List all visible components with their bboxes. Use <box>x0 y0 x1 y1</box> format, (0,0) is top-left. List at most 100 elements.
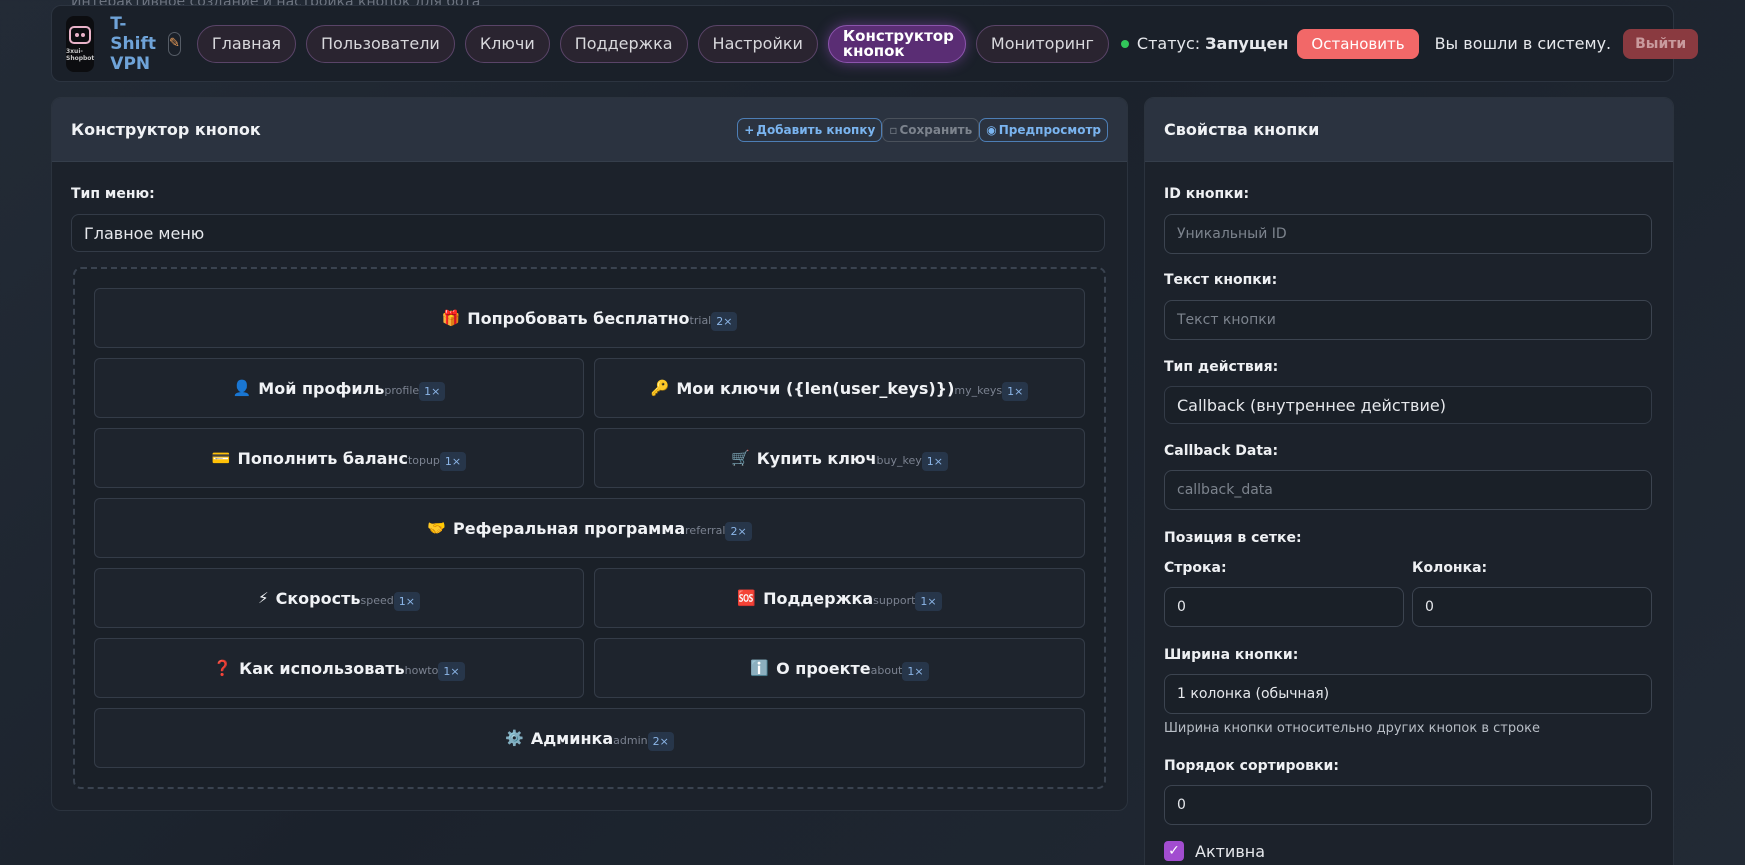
stop-bot-button[interactable]: Остановить <box>1297 28 1419 59</box>
button-id-input[interactable]: Уникальный ID <box>1164 214 1652 254</box>
bot-status: Статус: Запущен <box>1120 34 1289 53</box>
action-type-label: Тип действия: <box>1164 359 1279 375</box>
save-icon: ▫ <box>889 122 898 137</box>
width-badge: 2× <box>711 311 738 331</box>
builder-panel-header: Конструктор кнопок + Добавить кнопку ▫ Сох… <box>52 98 1127 162</box>
width-badge: 1× <box>439 451 467 471</box>
width-label: Ширина кнопки: <box>1164 647 1299 663</box>
add-button-label: Добавить кнопку <box>756 122 876 137</box>
keyboard-button[interactable]: 🔑 Мои ключи ({len(user_keys)}) my_keys 1… <box>594 358 1085 418</box>
width-badge: 1× <box>1002 381 1029 401</box>
sos-icon: 🆘 <box>737 589 757 607</box>
grid-position-label: Позиция в сетке: <box>1164 530 1302 546</box>
active-toggle[interactable]: ✓ Активна <box>1164 841 1265 861</box>
status-value: Запущен <box>1205 34 1289 53</box>
grid-row: 👤 Мой профиль profile 1× 🔑 Мои ключи ({l… <box>94 358 1085 418</box>
top-navbar: 3xui-Shopbot T-Shift VPN ✎ Главная Польз… <box>51 5 1699 82</box>
nav-keys[interactable]: Ключи <box>464 24 550 63</box>
menu-type-label: Тип меню: <box>71 186 155 202</box>
action-type-select[interactable]: Callback (внутреннее действие) <box>1164 386 1652 424</box>
width-badge: 2× <box>647 731 674 751</box>
row-input[interactable]: 0 <box>1164 587 1404 627</box>
button-callback: my_keys <box>954 383 1003 397</box>
cart-icon: 🛒 <box>731 449 750 467</box>
sort-order-input[interactable]: 0 <box>1164 785 1652 825</box>
width-badge: 1× <box>393 591 420 611</box>
keyboard-button[interactable]: 👤 Мой профиль profile 1× <box>94 358 584 418</box>
keyboard-button[interactable]: ⚙️ Админка admin 2× <box>94 708 1085 768</box>
keyboard-button[interactable]: ⚡ Скорость speed 1× <box>94 568 584 628</box>
brand-name[interactable]: T-Shift VPN <box>110 14 156 74</box>
keyboard-button[interactable]: 🎁 Попробовать бесплатно trial 2× <box>94 288 1085 348</box>
builder-panel: Конструктор кнопок + Добавить кнопку ▫ Сох… <box>51 97 1128 811</box>
button-callback: trial <box>689 313 712 327</box>
button-callback: speed <box>360 593 394 607</box>
lightning-icon: ⚡ <box>258 589 269 607</box>
robot-icon <box>69 25 92 44</box>
width-badge: 1× <box>419 381 446 401</box>
button-text: Админка <box>530 728 614 748</box>
id-label: ID кнопки: <box>1164 186 1250 202</box>
main-nav: Главная Пользователи Ключи Поддержка Нас… <box>196 24 1109 63</box>
nav-home[interactable]: Главная <box>196 24 297 63</box>
question-icon: ❓ <box>213 659 233 677</box>
button-grid: 🎁 Попробовать бесплатно trial 2× 👤 Мой п… <box>73 267 1106 789</box>
nav-button-builder[interactable]: Конструктор кнопок <box>827 24 966 63</box>
properties-panel-header: Свойства кнопки <box>1145 98 1673 162</box>
column-label: Колонка: <box>1412 560 1488 576</box>
button-text: Скорость <box>275 588 361 608</box>
plus-icon: + <box>744 122 755 137</box>
keyboard-button[interactable]: 🤝 Реферальная программа referral 2× <box>94 498 1085 558</box>
keyboard-button[interactable]: ❓ Как использовать howto 1× <box>94 638 584 698</box>
button-text-input[interactable]: Текст кнопки <box>1164 300 1652 340</box>
preview-button[interactable]: ◉ Предпросмотр <box>979 117 1108 142</box>
pencil-icon: ✎ <box>169 36 180 51</box>
button-callback: about <box>870 663 903 677</box>
grid-row: ⚡ Скорость speed 1× 🆘 Поддержка support … <box>94 568 1085 628</box>
grid-row: ⚙️ Админка admin 2× <box>94 708 1085 768</box>
keyboard-button[interactable]: 💳 Пополнить баланс topup 1× <box>94 428 584 488</box>
callback-data-input[interactable]: callback_data <box>1164 470 1652 510</box>
eye-icon: ◉ <box>986 122 997 137</box>
keyboard-button[interactable]: 🛒 Купить ключ buy_key 1× <box>594 428 1085 488</box>
nav-support[interactable]: Поддержка <box>559 24 688 63</box>
width-badge: 1× <box>902 661 929 681</box>
callback-data-label: Callback Data: <box>1164 443 1279 459</box>
button-text: О проекте <box>776 658 871 678</box>
button-text: Попробовать бесплатно <box>467 308 690 328</box>
save-button[interactable]: ▫ Сохранить <box>882 117 980 142</box>
properties-panel: Свойства кнопки ID кнопки: Уникальный ID… <box>1144 97 1674 865</box>
menu-type-select[interactable]: Главное меню <box>71 214 1105 252</box>
key-icon: 🔑 <box>650 379 670 397</box>
checkmark-icon[interactable]: ✓ <box>1164 841 1184 861</box>
button-text: Реферальная программа <box>452 518 686 538</box>
edit-brand-button[interactable]: ✎ <box>168 31 181 56</box>
nav-users[interactable]: Пользователи <box>306 24 455 63</box>
button-width-select[interactable]: 1 колонка (обычная) <box>1164 674 1652 714</box>
keyboard-button[interactable]: ℹ️ О проекте about 1× <box>594 638 1085 698</box>
properties-title: Свойства кнопки <box>1164 120 1320 139</box>
status-label: Статус: <box>1136 34 1201 53</box>
button-text: Купить ключ <box>756 448 877 468</box>
preview-label: Предпросмотр <box>998 122 1101 137</box>
button-callback: profile <box>384 383 420 397</box>
width-badge: 1× <box>915 591 942 611</box>
width-badge: 1× <box>921 451 948 471</box>
button-callback: howto <box>404 663 439 677</box>
width-badge: 1× <box>438 661 465 681</box>
add-button-button[interactable]: + Добавить кнопку <box>737 117 883 142</box>
builder-title: Конструктор кнопок <box>71 120 261 139</box>
button-text: Мой профиль <box>258 378 385 398</box>
sort-order-label: Порядок сортировки: <box>1164 758 1339 774</box>
keyboard-button[interactable]: 🆘 Поддержка support 1× <box>594 568 1085 628</box>
logout-button[interactable]: Выйти <box>1623 28 1699 59</box>
app-logo[interactable]: 3xui-Shopbot <box>66 15 95 72</box>
nav-monitoring[interactable]: Мониторинг <box>975 24 1109 63</box>
active-label: Активна <box>1195 841 1266 861</box>
nav-settings[interactable]: Настройки <box>697 24 818 63</box>
logo-caption: 3xui-Shopbot <box>66 47 95 62</box>
button-text: Пополнить баланс <box>237 448 408 468</box>
column-input[interactable]: 0 <box>1412 587 1652 627</box>
button-callback: topup <box>407 453 440 467</box>
button-text: Как использовать <box>239 658 405 678</box>
